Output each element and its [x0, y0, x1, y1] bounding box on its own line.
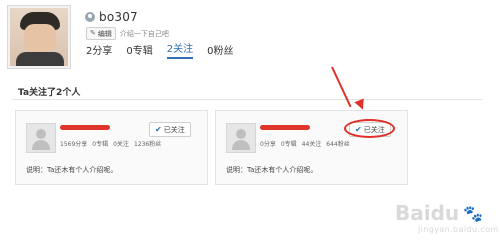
tab-followers[interactable]: 0粉丝	[207, 42, 233, 59]
follow-card: 1569分享 0专辑 0关注 1236粉丝 ✔ 已关注 说明：Ta还木有个人介绍…	[15, 110, 208, 185]
user-stats: 0分享 0专辑 44关注 644粉丝	[260, 139, 350, 148]
stat-shares: 0分享	[260, 141, 276, 148]
watermark-brand: Baidu	[395, 201, 460, 225]
stat-albums: 0专辑	[280, 141, 297, 148]
redacted-username	[260, 125, 310, 130]
profile-avatar[interactable]	[7, 5, 71, 69]
stat-following: 44关注	[301, 141, 322, 148]
tab-share[interactable]: 2分享	[86, 42, 112, 59]
stat-albums: 0专辑	[92, 141, 109, 148]
followed-button[interactable]: ✔ 已关注	[149, 122, 191, 137]
tab-following[interactable]: 2关注	[166, 40, 194, 59]
watermark-url: jingyan.baidu.com	[418, 225, 499, 234]
edit-line: ✎ 编辑 介绍一下自己吧	[86, 27, 169, 40]
tab-album[interactable]: 0专辑	[126, 42, 152, 59]
stat-shares: 1569分享	[60, 141, 88, 148]
intro-text: 介绍一下自己吧	[119, 29, 169, 38]
default-avatar-icon[interactable]	[226, 123, 256, 153]
annotation-circle	[344, 119, 395, 138]
edit-button[interactable]: ✎ 编辑	[86, 27, 116, 40]
stat-followers: 644粉丝	[326, 141, 350, 148]
paw-icon: 🐾	[463, 203, 484, 223]
username-line: bo307	[85, 10, 138, 24]
stat-followers: 1236粉丝	[133, 141, 162, 148]
profile-header	[0, 0, 500, 73]
pencil-icon: ✎	[90, 29, 96, 37]
username: bo307	[99, 10, 138, 24]
divider	[12, 99, 482, 100]
stat-following: 0关注	[113, 141, 129, 148]
section-title: Ta关注了2个人	[18, 88, 81, 98]
default-avatar-icon[interactable]	[26, 123, 56, 153]
user-description: 说明：Ta还木有个人介绍呢。	[26, 166, 118, 174]
profile-tabs: 2分享 0专辑 2关注 0粉丝	[86, 43, 234, 59]
followed-label: 已关注	[163, 125, 185, 134]
edit-button-label: 编辑	[97, 29, 112, 38]
check-icon: ✔	[155, 124, 162, 134]
user-stats: 1569分享 0专辑 0关注 1236粉丝	[60, 139, 161, 148]
user-description: 说明：Ta还木有个人介绍呢。	[226, 166, 318, 174]
user-icon	[85, 12, 95, 22]
baidu-watermark: Baidu 🐾	[395, 201, 483, 225]
redacted-username	[60, 125, 110, 130]
avatar-photo	[10, 8, 68, 66]
